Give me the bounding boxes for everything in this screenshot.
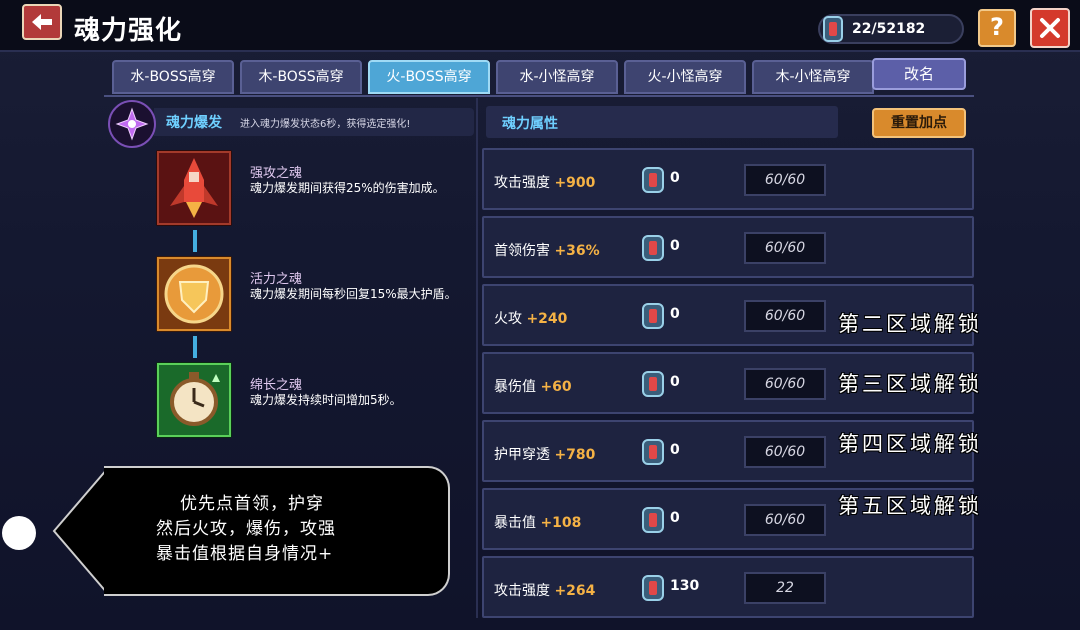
attribute-row[interactable]: 攻击强度 +264 130 22 bbox=[482, 556, 974, 618]
tab-fire-minion[interactable]: 火-小怪高穿 bbox=[624, 60, 746, 94]
level-display: 60/60 bbox=[744, 300, 826, 332]
skill-connector bbox=[193, 336, 197, 358]
tab-wood-boss[interactable]: 木-BOSS高穿 bbox=[240, 60, 362, 94]
soul-burst-icon bbox=[108, 100, 156, 148]
red-rocket-icon bbox=[156, 150, 232, 226]
skill-name: 绵长之魂 bbox=[250, 378, 303, 393]
level-display: 60/60 bbox=[744, 164, 826, 196]
unlock-note: 第二区域解锁 bbox=[838, 312, 982, 336]
crystal-count: 0 bbox=[670, 238, 680, 254]
crystal-count: 0 bbox=[670, 306, 680, 322]
level-display: 60/60 bbox=[744, 504, 826, 536]
page-title: 魂力强化 bbox=[74, 16, 183, 46]
skill-name: 强攻之魂 bbox=[250, 166, 303, 181]
tab-divider bbox=[104, 95, 974, 97]
unlock-note: 第四区域解锁 bbox=[838, 432, 982, 456]
annotation-text: 优先点首领，护穿 然后火攻，爆伤，攻强 暴击值根据自身情况+ bbox=[156, 492, 456, 567]
crystal-count: 0 bbox=[670, 170, 680, 186]
level-display: 60/60 bbox=[744, 232, 826, 264]
skill-strong-attack[interactable]: 强攻之魂 魂力爆发期间获得25%的伤害加成。 bbox=[156, 150, 476, 226]
tab-wood-minion[interactable]: 木-小怪高穿 bbox=[752, 60, 874, 94]
reset-points-button[interactable]: 重置加点 bbox=[872, 108, 966, 138]
crystal-count: 0 bbox=[670, 510, 680, 526]
attribute-name: 护甲穿透 +780 bbox=[494, 447, 596, 463]
burst-title: 魂力爆发 bbox=[166, 115, 222, 131]
tab-fire-boss[interactable]: 火-BOSS高穿 bbox=[368, 60, 490, 94]
unlock-note: 第三区域解锁 bbox=[838, 372, 982, 396]
strategy-annotation: 优先点首领，护穿 然后火攻，爆伤，攻强 暴击值根据自身情况+ bbox=[52, 466, 450, 596]
attribute-name: 首领伤害 +36% bbox=[494, 243, 600, 259]
attribute-name: 暴击值 +108 bbox=[494, 515, 582, 531]
preset-tabs: 水-BOSS高穿 木-BOSS高穿 火-BOSS高穿 水-小怪高穿 火-小怪高穿… bbox=[112, 60, 874, 96]
burst-description: 进入魂力爆发状态6秒，获得选定强化! bbox=[240, 119, 411, 130]
soul-crystal-counter: 22/52182 bbox=[818, 14, 964, 44]
skill-description: 魂力爆发期间每秒回复15%最大护盾。 bbox=[250, 287, 457, 301]
soul-crystal-icon bbox=[642, 507, 664, 533]
level-display: 60/60 bbox=[744, 436, 826, 468]
attribute-name: 攻击强度 +900 bbox=[494, 175, 596, 191]
level-display: 22 bbox=[744, 572, 826, 604]
rename-button[interactable]: 改名 bbox=[872, 58, 966, 90]
close-icon bbox=[1040, 18, 1060, 38]
annotation-line: 然后火攻，爆伤，攻强 bbox=[156, 519, 336, 539]
green-clock-icon bbox=[156, 362, 232, 438]
skill-vitality[interactable]: 活力之魂 魂力爆发期间每秒回复15%最大护盾。 bbox=[156, 256, 476, 332]
skill-connector bbox=[193, 230, 197, 252]
unlock-note: 第五区域解锁 bbox=[838, 494, 982, 518]
golden-shield-icon bbox=[156, 256, 232, 332]
soul-crystal-icon bbox=[823, 16, 843, 42]
crystal-count: 0 bbox=[670, 442, 680, 458]
soul-crystal-icon bbox=[642, 167, 664, 193]
soul-crystal-icon bbox=[642, 439, 664, 465]
close-button[interactable] bbox=[1030, 8, 1070, 48]
crystal-count: 130 bbox=[670, 578, 700, 594]
skill-longevity[interactable]: 绵长之魂 魂力爆发持续时间增加5秒。 bbox=[156, 362, 476, 438]
soul-crystal-icon bbox=[642, 575, 664, 601]
tab-water-minion[interactable]: 水-小怪高穿 bbox=[496, 60, 618, 94]
crystal-count: 0 bbox=[670, 374, 680, 390]
attribute-row[interactable]: 攻击强度 +900 0 60/60 bbox=[482, 148, 974, 210]
soul-crystal-icon bbox=[642, 371, 664, 397]
attributes-header: 魂力属性 bbox=[486, 106, 838, 138]
panel-divider bbox=[476, 98, 478, 618]
skill-description: 魂力爆发持续时间增加5秒。 bbox=[250, 393, 402, 407]
attributes-title: 魂力属性 bbox=[502, 116, 558, 132]
top-bar: 魂力强化 22/52182 ? bbox=[0, 0, 1080, 52]
annotation-line: 暴击值根据自身情况+ bbox=[156, 544, 334, 564]
skill-description: 魂力爆发期间获得25%的伤害加成。 bbox=[250, 181, 445, 195]
annotation-line: 优先点首领，护穿 bbox=[180, 494, 324, 514]
attribute-name: 暴伤值 +60 bbox=[494, 379, 572, 395]
soul-power-screen: 魂力强化 22/52182 ? 水-BOSS高穿 木-BOSS高穿 火-BOSS… bbox=[0, 0, 1080, 630]
soul-crystal-icon bbox=[642, 303, 664, 329]
skill-name: 活力之魂 bbox=[250, 272, 303, 287]
back-button[interactable] bbox=[22, 4, 62, 40]
tab-water-boss[interactable]: 水-BOSS高穿 bbox=[112, 60, 234, 94]
annotation-pointer-icon bbox=[52, 466, 108, 596]
level-display: 60/60 bbox=[744, 368, 826, 400]
help-button[interactable]: ? bbox=[978, 9, 1016, 47]
currency-value: 22/52182 bbox=[852, 21, 926, 37]
attribute-name: 火攻 +240 bbox=[494, 311, 568, 327]
floating-touch-dot[interactable] bbox=[2, 516, 36, 550]
attribute-row[interactable]: 首领伤害 +36% 0 60/60 bbox=[482, 216, 974, 278]
soul-crystal-icon bbox=[642, 235, 664, 261]
back-arrow-icon bbox=[32, 14, 52, 30]
attribute-name: 攻击强度 +264 bbox=[494, 583, 596, 599]
